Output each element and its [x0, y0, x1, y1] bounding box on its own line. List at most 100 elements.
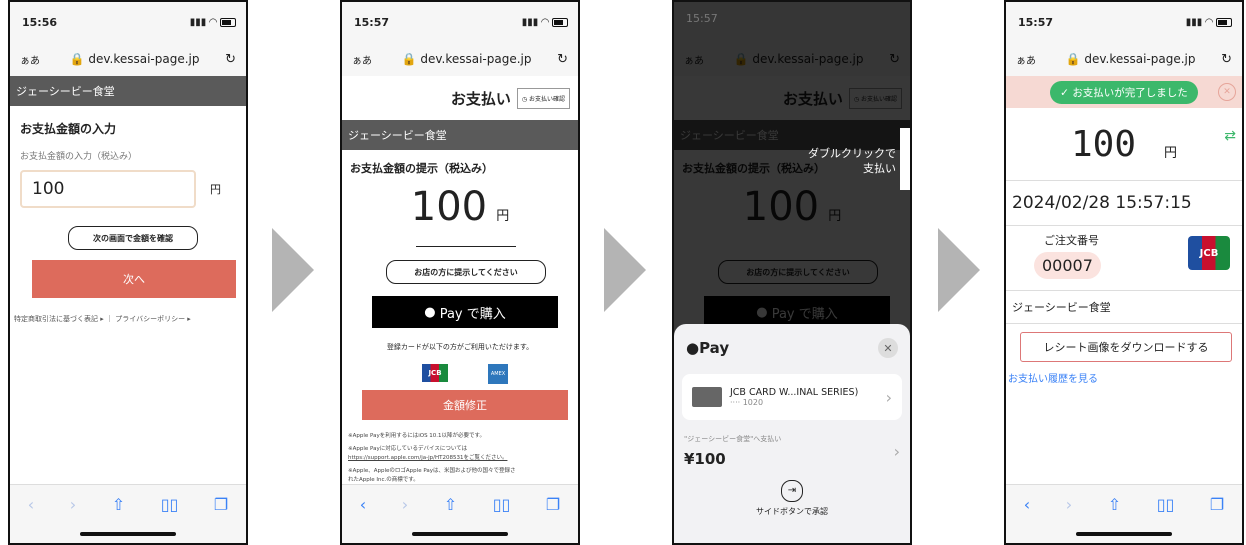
note-devices: ※Apple Payに対応しているデバイスについては — [348, 446, 468, 452]
reload-icon[interactable]: ↻ — [557, 52, 568, 67]
sheet-title: ●Pay — [686, 339, 729, 357]
phone-screen-payment-complete: 15:57 ▮▮▮ ◠ ぁあ 🔒 dev.kessai-page.jp ↻ ✓ お… — [1004, 0, 1244, 545]
amex-logo-icon: AMEX — [488, 364, 508, 384]
status-time: 15:57 — [1018, 15, 1054, 29]
payment-heading: お支払い — [450, 89, 511, 108]
merchant-header: ジェーシービー食堂 — [10, 76, 246, 106]
page-title: お支払金額の入力 — [20, 122, 117, 136]
phone-screen-apple-pay-sheet: ぁあ 🔒 dev.kessai-page.jp ↻ お支払い ◷ お支払い確認 … — [672, 0, 912, 545]
input-label: お支払金額の入力（税込み） — [20, 152, 138, 162]
payment-confirm-button[interactable]: ◷ お支払い確認 — [516, 87, 570, 109]
tokushoho-link[interactable]: 特定商取引法に基づく表記 — [14, 315, 98, 323]
reader-text-size-button[interactable]: ぁあ — [352, 52, 376, 67]
side-button-indicator — [900, 128, 910, 190]
note-trademark: ※Apple、AppleのロゴApple Payは、米国および他の国々で登録さ — [348, 468, 516, 474]
address-bar[interactable]: ぁあ 🔒 dev.kessai-page.jp ↻ — [1006, 42, 1242, 76]
status-time: 15:57 — [354, 15, 390, 29]
apple-logo-icon: ● — [686, 339, 700, 357]
hint-bubble: 次の画面で金額を確認 — [68, 226, 198, 250]
url-text: 🔒 dev.kessai-page.jp — [69, 52, 200, 66]
sheet-title-label: Pay — [699, 339, 730, 357]
refresh-icon[interactable]: ⇄ — [1224, 128, 1236, 144]
back-icon[interactable]: ‹ — [360, 495, 366, 514]
reader-text-size-button[interactable]: ぁあ — [1016, 52, 1040, 67]
chevron-right-icon: › — [893, 441, 900, 461]
payment-datetime: 2024/02/28 15:57:15 — [1006, 181, 1242, 226]
home-indicator — [412, 532, 508, 536]
apple-pay-button[interactable]: ● Pay で購入 — [372, 296, 558, 328]
back-icon[interactable]: ‹ — [28, 495, 34, 514]
url-text: 🔒 dev.kessai-page.jp — [1065, 52, 1196, 66]
side-button-confirm: ⇥ サイドボタンで承認 — [674, 480, 910, 517]
status-time: 15:56 — [22, 15, 58, 29]
step-arrow-icon — [272, 228, 314, 312]
card-thumbnail-icon — [692, 387, 722, 407]
divider — [416, 246, 516, 247]
tabs-icon[interactable]: ❐ — [214, 495, 228, 514]
pay-to-label: "ジェーシービー食堂"へ支払い — [684, 435, 782, 443]
share-icon[interactable]: ⇧ — [1108, 495, 1121, 514]
url-label: dev.kessai-page.jp — [88, 52, 200, 66]
receipt-download-button[interactable]: レシート画像をダウンロードする — [1020, 332, 1232, 362]
status-icons: ▮▮▮ ◠ — [190, 17, 236, 28]
side-button-icon: ⇥ — [781, 480, 803, 502]
signal-icon: ▮▮▮ — [1185, 16, 1203, 28]
apple-pay-label: Pay で購入 — [439, 306, 506, 322]
complete-banner: ✓ お支払いが完了しました ✕ — [1006, 76, 1242, 108]
tabs-icon[interactable]: ❐ — [546, 495, 560, 514]
close-icon[interactable]: ✕ — [878, 338, 898, 358]
footer-links: 特定商取引法に基づく表記 ▸ ｜ プライバシーポリシー ▸ — [14, 315, 191, 323]
signal-icon: ▮▮▮ — [521, 16, 539, 28]
notes: ※Apple Payを利用するにはiOS 10.1以降が必要です。 ※Apple… — [348, 432, 574, 485]
address-bar[interactable]: ぁあ 🔒 dev.kessai-page.jp ↻ — [342, 42, 578, 76]
battery-icon — [552, 17, 568, 27]
bookmarks-icon[interactable]: ▯▯ — [493, 495, 511, 514]
tabs-icon[interactable]: ❐ — [1210, 495, 1224, 514]
double-click-hint: ダブルクリックで 支払い — [808, 146, 896, 176]
privacy-policy-link[interactable]: プライバシーポリシー — [115, 315, 185, 323]
support-link[interactable]: https://support.apple.com/ja-jp/HT208531… — [348, 454, 574, 463]
payment-history-link[interactable]: お支払い履歴を見る — [1006, 362, 1242, 385]
signal-icon: ▮▮▮ — [189, 16, 207, 28]
wifi-icon: ◠ — [541, 16, 549, 28]
card-select[interactable]: JCB CARD W...INAL SERIES) ···· 1020 › — [682, 374, 902, 420]
address-bar[interactable]: ぁあ 🔒 dev.kessai-page.jp ↻ — [10, 42, 246, 76]
close-icon[interactable]: ✕ — [1218, 83, 1236, 101]
amount-display: 100 — [1070, 123, 1136, 165]
share-icon[interactable]: ⇧ — [112, 495, 125, 514]
present-bubble: お店の方に提示してください — [386, 260, 546, 284]
jcb-logo-icon: JCB — [1188, 236, 1230, 270]
note-ios: ※Apple Payを利用するにはiOS 10.1以降が必要です。 — [348, 433, 486, 439]
reload-icon[interactable]: ↻ — [225, 52, 236, 67]
phone-screen-payment-present: 15:57 ▮▮▮ ◠ ぁあ 🔒 dev.kessai-page.jp ↻ お支払… — [340, 0, 580, 545]
total-row[interactable]: "ジェーシービー食堂"へ支払い ¥100 › — [684, 434, 900, 468]
status-bar: 15:56 ▮▮▮ ◠ — [10, 2, 246, 42]
chevron-right-icon: › — [885, 387, 892, 407]
amount-display: 100 — [410, 184, 488, 230]
complete-pill: ✓ お支払いが完了しました — [1050, 80, 1198, 104]
reload-icon[interactable]: ↻ — [1221, 52, 1232, 67]
forward-icon[interactable]: › — [1066, 495, 1072, 514]
merchant-name: ジェーシービー食堂 — [1006, 291, 1242, 324]
home-indicator — [1076, 532, 1172, 536]
next-button[interactable]: 次へ — [32, 260, 236, 298]
forward-icon[interactable]: › — [402, 495, 408, 514]
yen-unit: 円 — [496, 209, 510, 224]
apple-pay-sheet: ●Pay ✕ JCB CARD W...INAL SERIES) ···· 10… — [674, 324, 910, 543]
double-click-label: ダブルクリックで — [808, 147, 896, 160]
back-icon[interactable]: ‹ — [1024, 495, 1030, 514]
share-icon[interactable]: ⇧ — [444, 495, 457, 514]
card-name: JCB CARD W...INAL SERIES) — [730, 387, 859, 398]
step-arrow-icon — [938, 228, 980, 312]
bookmarks-icon[interactable]: ▯▯ — [161, 495, 179, 514]
browser-toolbar: ‹ › ⇧ ▯▯ ❐ — [10, 484, 246, 543]
forward-icon[interactable]: › — [70, 495, 76, 514]
reader-text-size-button[interactable]: ぁあ — [20, 52, 44, 67]
bookmarks-icon[interactable]: ▯▯ — [1157, 495, 1175, 514]
battery-icon — [1216, 17, 1232, 27]
amount-fix-button[interactable]: 金額修正 — [362, 390, 568, 420]
status-bar: 15:57 ▮▮▮ ◠ — [342, 2, 578, 42]
order-label: ご注文番号 — [1044, 234, 1099, 247]
status-icons: ▮▮▮ ◠ — [522, 17, 568, 28]
amount-input[interactable]: 100 — [20, 170, 196, 208]
